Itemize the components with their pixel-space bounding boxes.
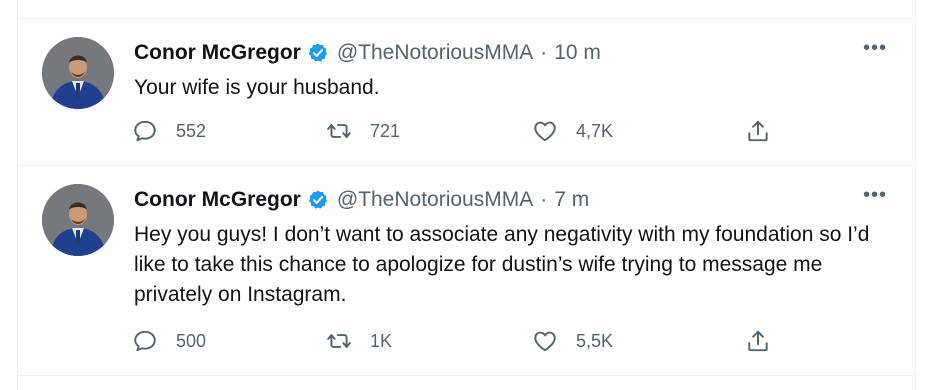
retweet-count: 721 (370, 120, 401, 141)
timestamp[interactable]: 10 m (554, 41, 601, 65)
tweet-actions: 552 721 4,7K (132, 116, 915, 146)
author-handle[interactable]: @TheNotoriousMMA (337, 188, 533, 212)
separator-dot: · (540, 41, 548, 64)
author-name[interactable]: Conor McGregor (134, 41, 301, 65)
share-icon (748, 120, 768, 142)
share-icon (748, 330, 768, 352)
avatar[interactable] (42, 37, 114, 109)
reply-count: 552 (176, 120, 207, 141)
like-count: 5,5K (576, 330, 614, 351)
like-button[interactable]: 4,7K (532, 116, 613, 146)
retweet-button[interactable]: 721 (326, 116, 400, 146)
avatar[interactable] (42, 184, 114, 256)
reply-count: 500 (176, 330, 207, 351)
retweet-icon (327, 124, 351, 138)
tweet-header: Conor McGregor @TheNotoriousMMA · 7 m (134, 184, 589, 216)
like-icon (534, 331, 556, 352)
reply-button[interactable]: 552 (132, 116, 206, 146)
reply-icon (134, 330, 156, 352)
share-button[interactable] (745, 116, 771, 146)
retweet-count: 1K (370, 330, 393, 351)
share-button[interactable] (745, 326, 771, 356)
like-icon (534, 121, 556, 142)
reply-button[interactable]: 500 (132, 326, 206, 356)
retweet-icon (327, 334, 351, 348)
tweet[interactable]: Conor McGregor @TheNotoriousMMA · 7 m ••… (18, 166, 915, 376)
timeline: Conor McGregor @TheNotoriousMMA · 10 m •… (17, 0, 916, 390)
like-button[interactable]: 5,5K (532, 326, 613, 356)
verified-badge-icon (308, 43, 328, 62)
more-icon[interactable]: ••• (863, 37, 887, 59)
author-handle[interactable]: @TheNotoriousMMA (337, 41, 533, 65)
author-name[interactable]: Conor McGregor (134, 188, 301, 212)
verified-badge-icon (308, 190, 328, 209)
retweet-button[interactable]: 1K (326, 326, 392, 356)
timestamp[interactable]: 7 m (554, 188, 589, 212)
tweet-header: Conor McGregor @TheNotoriousMMA · 10 m (134, 37, 601, 69)
reply-icon (134, 120, 156, 142)
tweet-text: Hey you guys! I don’t want to associate … (134, 223, 870, 306)
tweet[interactable]: Conor McGregor @TheNotoriousMMA · 10 m •… (18, 19, 915, 166)
like-count: 4,7K (576, 120, 614, 141)
tweet-text: Your wife is your husband. (134, 76, 380, 99)
tweet-actions: 500 1K 5,5K (132, 326, 915, 356)
more-icon[interactable]: ••• (863, 184, 887, 206)
separator-dot: · (540, 188, 548, 211)
